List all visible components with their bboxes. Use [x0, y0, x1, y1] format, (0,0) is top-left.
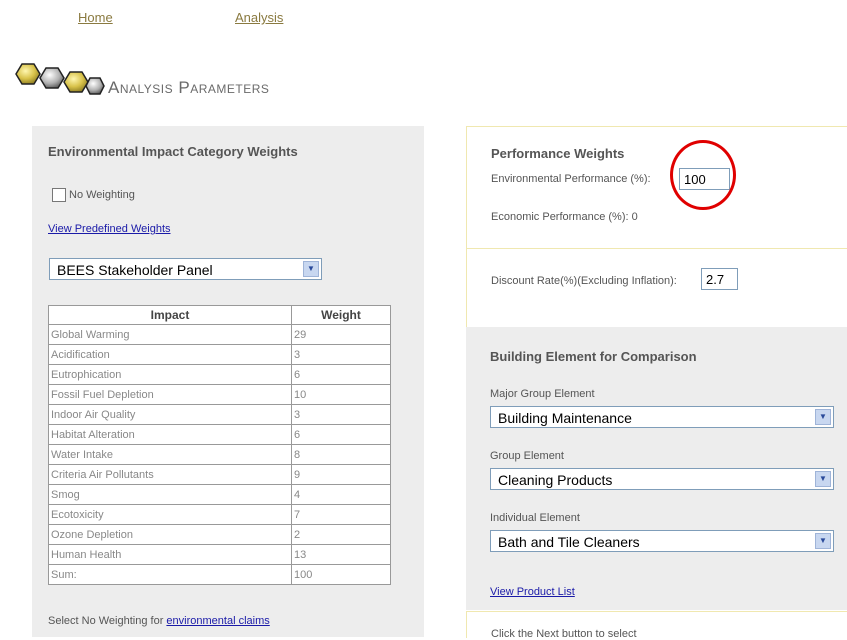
nav-home-link[interactable]: Home	[78, 10, 113, 25]
view-predefined-weights-link[interactable]: View Predefined Weights	[48, 223, 171, 235]
page-header: Analysis Parameters	[8, 62, 368, 102]
weight-cell[interactable]: 6	[291, 364, 391, 385]
major-group-value: Building Maintenance	[498, 410, 632, 426]
impact-cell: Criteria Air Pollutants	[48, 464, 292, 485]
impact-cell: Global Warming	[48, 324, 292, 345]
major-group-select[interactable]: Building Maintenance ▼	[490, 406, 834, 428]
table-row: Criteria Air Pollutants 9	[48, 464, 391, 485]
chevron-down-icon: ▼	[815, 471, 831, 487]
weight-cell[interactable]: 8	[291, 444, 391, 465]
weight-cell[interactable]: 7	[291, 504, 391, 525]
chevron-down-icon: ▼	[815, 409, 831, 425]
table-row: Acidification 3	[48, 344, 391, 365]
group-element-value: Cleaning Products	[498, 472, 613, 488]
env-performance-label: Environmental Performance (%):	[491, 173, 651, 185]
building-element-heading: Building Element for Comparison	[490, 349, 697, 364]
weight-cell[interactable]: 9	[291, 464, 391, 485]
env-weights-panel: Environmental Impact Category Weights No…	[32, 126, 424, 637]
chevron-down-icon: ▼	[303, 261, 319, 277]
table-row: Eutrophication 6	[48, 364, 391, 385]
annotation-circle	[670, 140, 736, 210]
table-row: Ecotoxicity 7	[48, 504, 391, 525]
table-row: Smog 4	[48, 484, 391, 505]
table-row: Habitat Alteration 6	[48, 424, 391, 445]
weight-cell[interactable]: 2	[291, 524, 391, 545]
impact-header: Impact	[48, 305, 292, 325]
table-row: Global Warming 29	[48, 324, 391, 345]
building-element-panel: Building Element for Comparison Major Gr…	[466, 327, 847, 610]
table-row: Human Health 13	[48, 544, 391, 565]
weight-cell[interactable]: 29	[291, 324, 391, 345]
major-group-label: Major Group Element	[490, 388, 595, 400]
impact-cell: Human Health	[48, 544, 292, 565]
performance-heading: Performance Weights	[491, 146, 625, 161]
next-hint-panel: Click the Next button to select	[466, 611, 847, 640]
impact-cell: Sum:	[48, 564, 292, 585]
weight-cell[interactable]: 3	[291, 404, 391, 425]
impact-cell: Water Intake	[48, 444, 292, 465]
view-product-list-link[interactable]: View Product List	[490, 586, 575, 598]
individual-element-value: Bath and Tile Cleaners	[498, 534, 640, 550]
weight-cell[interactable]: 10	[291, 384, 391, 405]
impact-cell: Fossil Fuel Depletion	[48, 384, 292, 405]
chevron-down-icon: ▼	[815, 533, 831, 549]
weight-cell[interactable]: 3	[291, 344, 391, 365]
weight-cell[interactable]: 4	[291, 484, 391, 505]
impact-cell: Smog	[48, 484, 292, 505]
impact-cell: Ecotoxicity	[48, 504, 292, 525]
weight-set-select[interactable]: BEES Stakeholder Panel ▼	[49, 258, 322, 280]
impact-weights-table: Impact Weight Global Warming 29 Acidificat…	[48, 305, 391, 585]
impact-cell: Habitat Alteration	[48, 424, 292, 445]
table-row: Ozone Depletion 2	[48, 524, 391, 545]
weight-cell[interactable]: 6	[291, 424, 391, 445]
table-row: Indoor Air Quality 3	[48, 404, 391, 425]
hexagon-logo-icon	[15, 63, 105, 95]
weighting-footer-text: Select No Weighting for	[48, 615, 167, 627]
table-row: Sum: 100	[48, 564, 391, 585]
impact-cell: Indoor Air Quality	[48, 404, 292, 425]
impact-cell: Ozone Depletion	[48, 524, 292, 545]
table-row: Fossil Fuel Depletion 10	[48, 384, 391, 405]
page-title: Analysis Parameters	[108, 78, 270, 97]
discount-rate-label: Discount Rate(%)(Excluding Inflation):	[491, 275, 677, 287]
individual-element-select[interactable]: Bath and Tile Cleaners ▼	[490, 530, 834, 552]
weight-cell[interactable]: 13	[291, 544, 391, 565]
environmental-claims-link[interactable]: environmental claims	[166, 615, 269, 627]
group-element-label: Group Element	[490, 450, 564, 462]
no-weighting-checkbox[interactable]	[52, 188, 66, 202]
table-row: Water Intake 8	[48, 444, 391, 465]
weight-set-value: BEES Stakeholder Panel	[57, 262, 213, 278]
next-hint-text: Click the Next button to select	[491, 628, 637, 640]
weight-cell[interactable]: 100	[291, 564, 391, 585]
individual-element-label: Individual Element	[490, 512, 580, 524]
no-weighting-label: No Weighting	[69, 189, 135, 201]
weighting-footer: Select No Weighting for environmental cl…	[48, 615, 270, 627]
impact-cell: Eutrophication	[48, 364, 292, 385]
env-weights-heading: Environmental Impact Category Weights	[48, 144, 298, 159]
performance-weights-panel: Performance Weights Environmental Perfor…	[466, 126, 847, 248]
discount-rate-panel: Discount Rate(%)(Excluding Inflation):	[466, 248, 847, 327]
group-element-select[interactable]: Cleaning Products ▼	[490, 468, 834, 490]
econ-performance-label: Economic Performance (%): 0	[491, 211, 638, 223]
impact-cell: Acidification	[48, 344, 292, 365]
weight-header: Weight	[291, 305, 391, 325]
discount-rate-input[interactable]	[701, 268, 738, 290]
nav-analysis-link[interactable]: Analysis	[235, 10, 283, 25]
